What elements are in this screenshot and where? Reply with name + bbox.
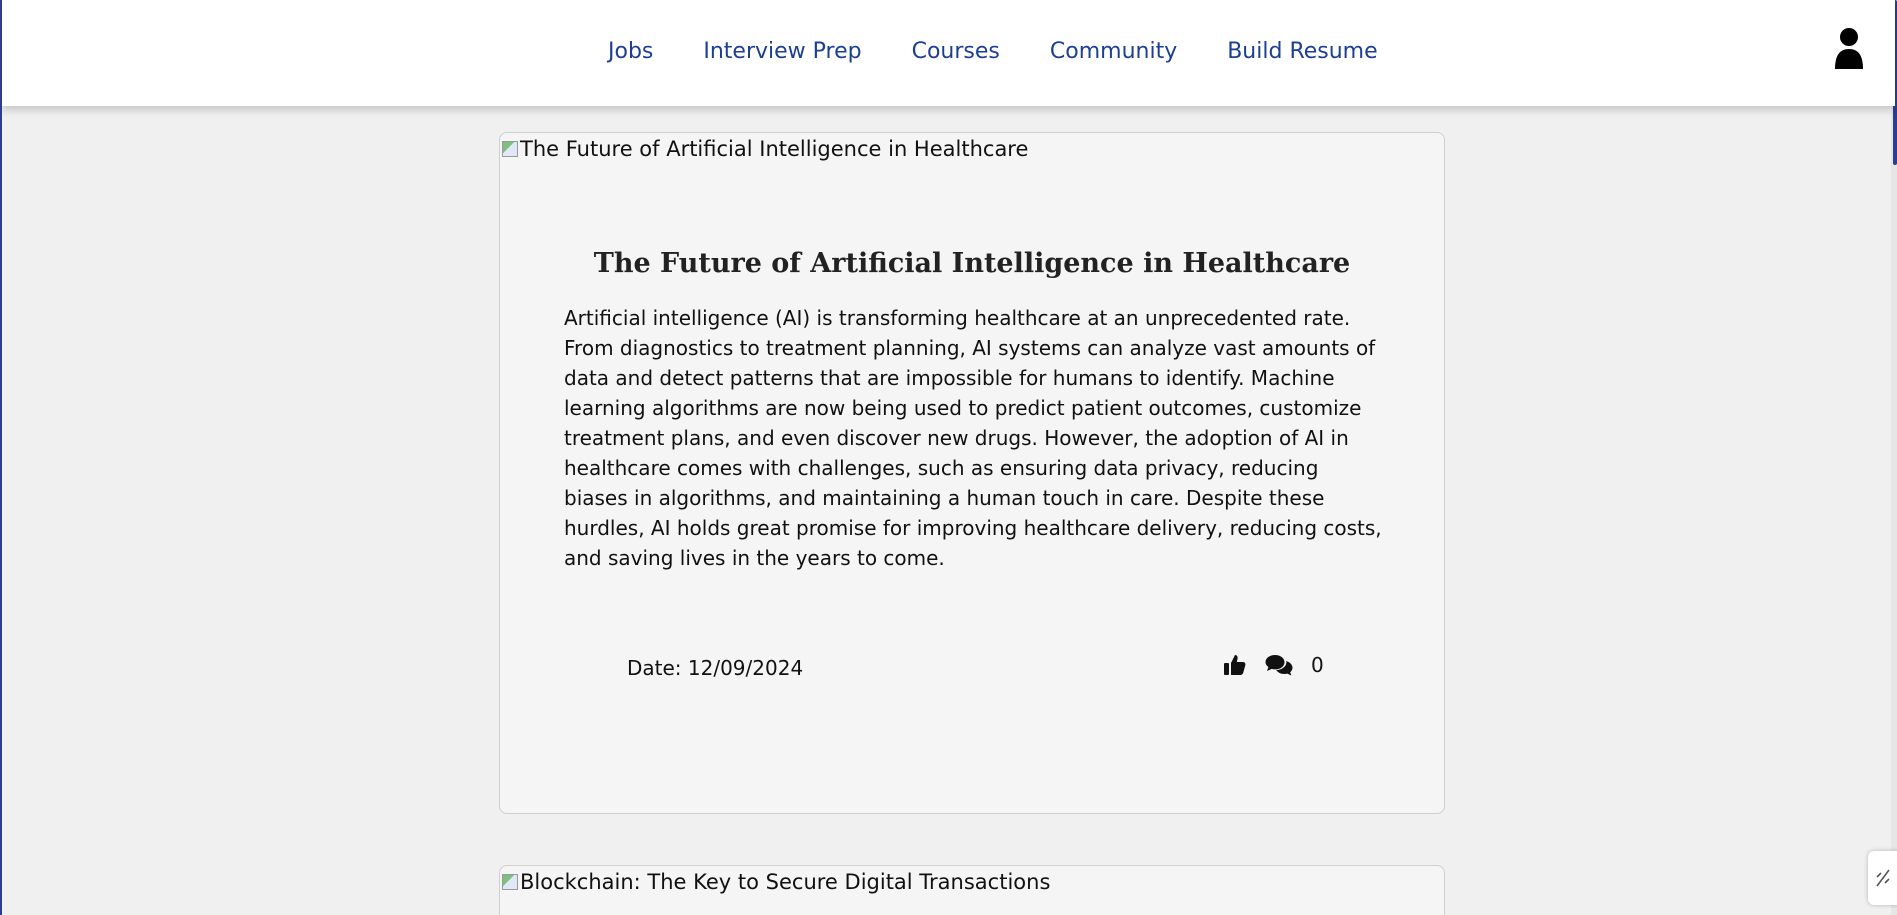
- top-navbar: Jobs Interview Prep Courses Community Bu…: [2, 0, 1895, 106]
- article-image-alt: The Future of Artificial Intelligence in…: [520, 137, 1029, 161]
- nav-link-courses[interactable]: Courses: [912, 36, 1000, 68]
- user-icon[interactable]: [1834, 27, 1864, 71]
- article-card: The Future of Artificial Intelligence in…: [499, 132, 1445, 814]
- scrollbar[interactable]: [1891, 0, 1897, 915]
- thumbs-up-icon[interactable]: [1223, 653, 1247, 677]
- article-body: Artificial intelligence (AI) is transfor…: [564, 306, 1382, 570]
- nav-link-community[interactable]: Community: [1050, 36, 1177, 68]
- broken-image-icon: [502, 874, 518, 890]
- broken-image-icon: [502, 141, 518, 157]
- nav-link-interview-prep[interactable]: Interview Prep: [703, 36, 861, 68]
- article-date: Date: 12/09/2024: [627, 656, 804, 680]
- comment-count: 0: [1311, 653, 1324, 677]
- main-nav: Jobs Interview Prep Courses Community Bu…: [608, 36, 1378, 68]
- comments-icon[interactable]: [1265, 653, 1293, 677]
- floating-widget[interactable]: [1868, 851, 1897, 905]
- widget-icon: [1876, 869, 1890, 887]
- article-image: The Future of Artificial Intelligence in…: [502, 137, 1028, 161]
- nav-link-jobs[interactable]: Jobs: [608, 36, 653, 68]
- app-window: Jobs Interview Prep Courses Community Bu…: [0, 0, 1897, 915]
- article-image-alt: Blockchain: The Key to Secure Digital Tr…: [520, 870, 1051, 894]
- article-image: Blockchain: The Key to Secure Digital Tr…: [502, 870, 1050, 894]
- article-title: The Future of Artificial Intelligence in…: [593, 248, 1351, 279]
- nav-link-build-resume[interactable]: Build Resume: [1227, 36, 1377, 68]
- article-actions: 0: [1223, 653, 1324, 677]
- article-card: Blockchain: The Key to Secure Digital Tr…: [499, 865, 1445, 915]
